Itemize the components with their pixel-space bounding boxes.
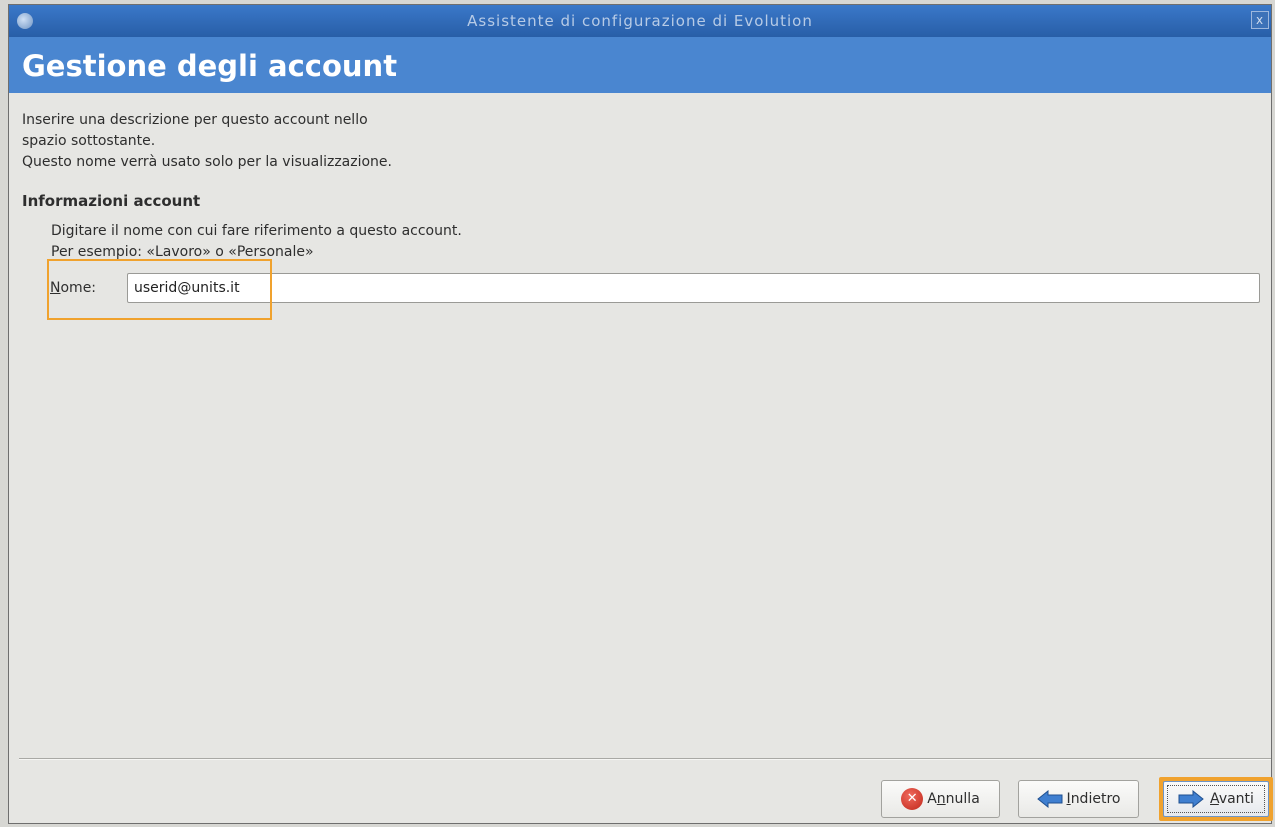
cancel-label-pre: A — [927, 791, 937, 807]
intro-line-3: Questo nome verrà usato solo per la visu… — [22, 154, 392, 170]
hint-line-1: Digitare il nome con cui fare riferiment… — [51, 223, 462, 239]
arrow-left-icon — [1036, 790, 1063, 808]
hint-line-2: Per esempio: «Lavoro» o «Personale» — [51, 244, 314, 260]
arrow-right-icon — [1178, 790, 1204, 808]
intro-text: Inserire una descrizione per questo acco… — [22, 110, 392, 173]
account-name-row: Nome: — [50, 273, 1260, 305]
next-button[interactable]: Avanti — [1159, 777, 1273, 821]
page-header: Gestione degli account — [9, 37, 1271, 93]
cancel-label-post: nulla — [945, 791, 980, 807]
cancel-icon: ✕ — [901, 788, 924, 810]
name-label-text: ome: — [60, 280, 97, 296]
setup-assistant-window: Assistente di configurazione di Evolutio… — [8, 4, 1273, 824]
cancel-label-mnemonic: n — [936, 791, 946, 807]
close-icon[interactable]: x — [1251, 11, 1269, 29]
section-title-account-info: Informazioni account — [22, 192, 201, 210]
back-button[interactable]: Indietro — [1018, 780, 1139, 818]
next-label: Avanti — [1210, 791, 1254, 807]
next-label-mnemonic: A — [1210, 791, 1219, 807]
window-title: Assistente di configurazione di Evolutio… — [467, 12, 813, 30]
intro-line-1: Inserire una descrizione per questo acco… — [22, 112, 368, 128]
button-separator — [19, 758, 1271, 760]
back-label: Indietro — [1067, 791, 1121, 807]
title-bar[interactable]: Assistente di configurazione di Evolutio… — [9, 5, 1271, 37]
next-button-face[interactable]: Avanti — [1163, 781, 1269, 817]
account-name-input[interactable] — [127, 273, 1260, 303]
intro-line-2: spazio sottostante. — [22, 133, 156, 149]
next-label-post: vanti — [1218, 791, 1254, 807]
name-label-mnemonic: N — [50, 280, 61, 296]
cancel-button[interactable]: ✕ Annulla — [881, 780, 1000, 818]
page-title: Gestione degli account — [22, 49, 398, 83]
account-name-hint: Digitare il nome con cui fare riferiment… — [51, 221, 462, 263]
back-label-post: ndietro — [1070, 791, 1121, 807]
cancel-label: Annulla — [927, 791, 980, 807]
name-field-label: Nome: — [50, 280, 96, 296]
